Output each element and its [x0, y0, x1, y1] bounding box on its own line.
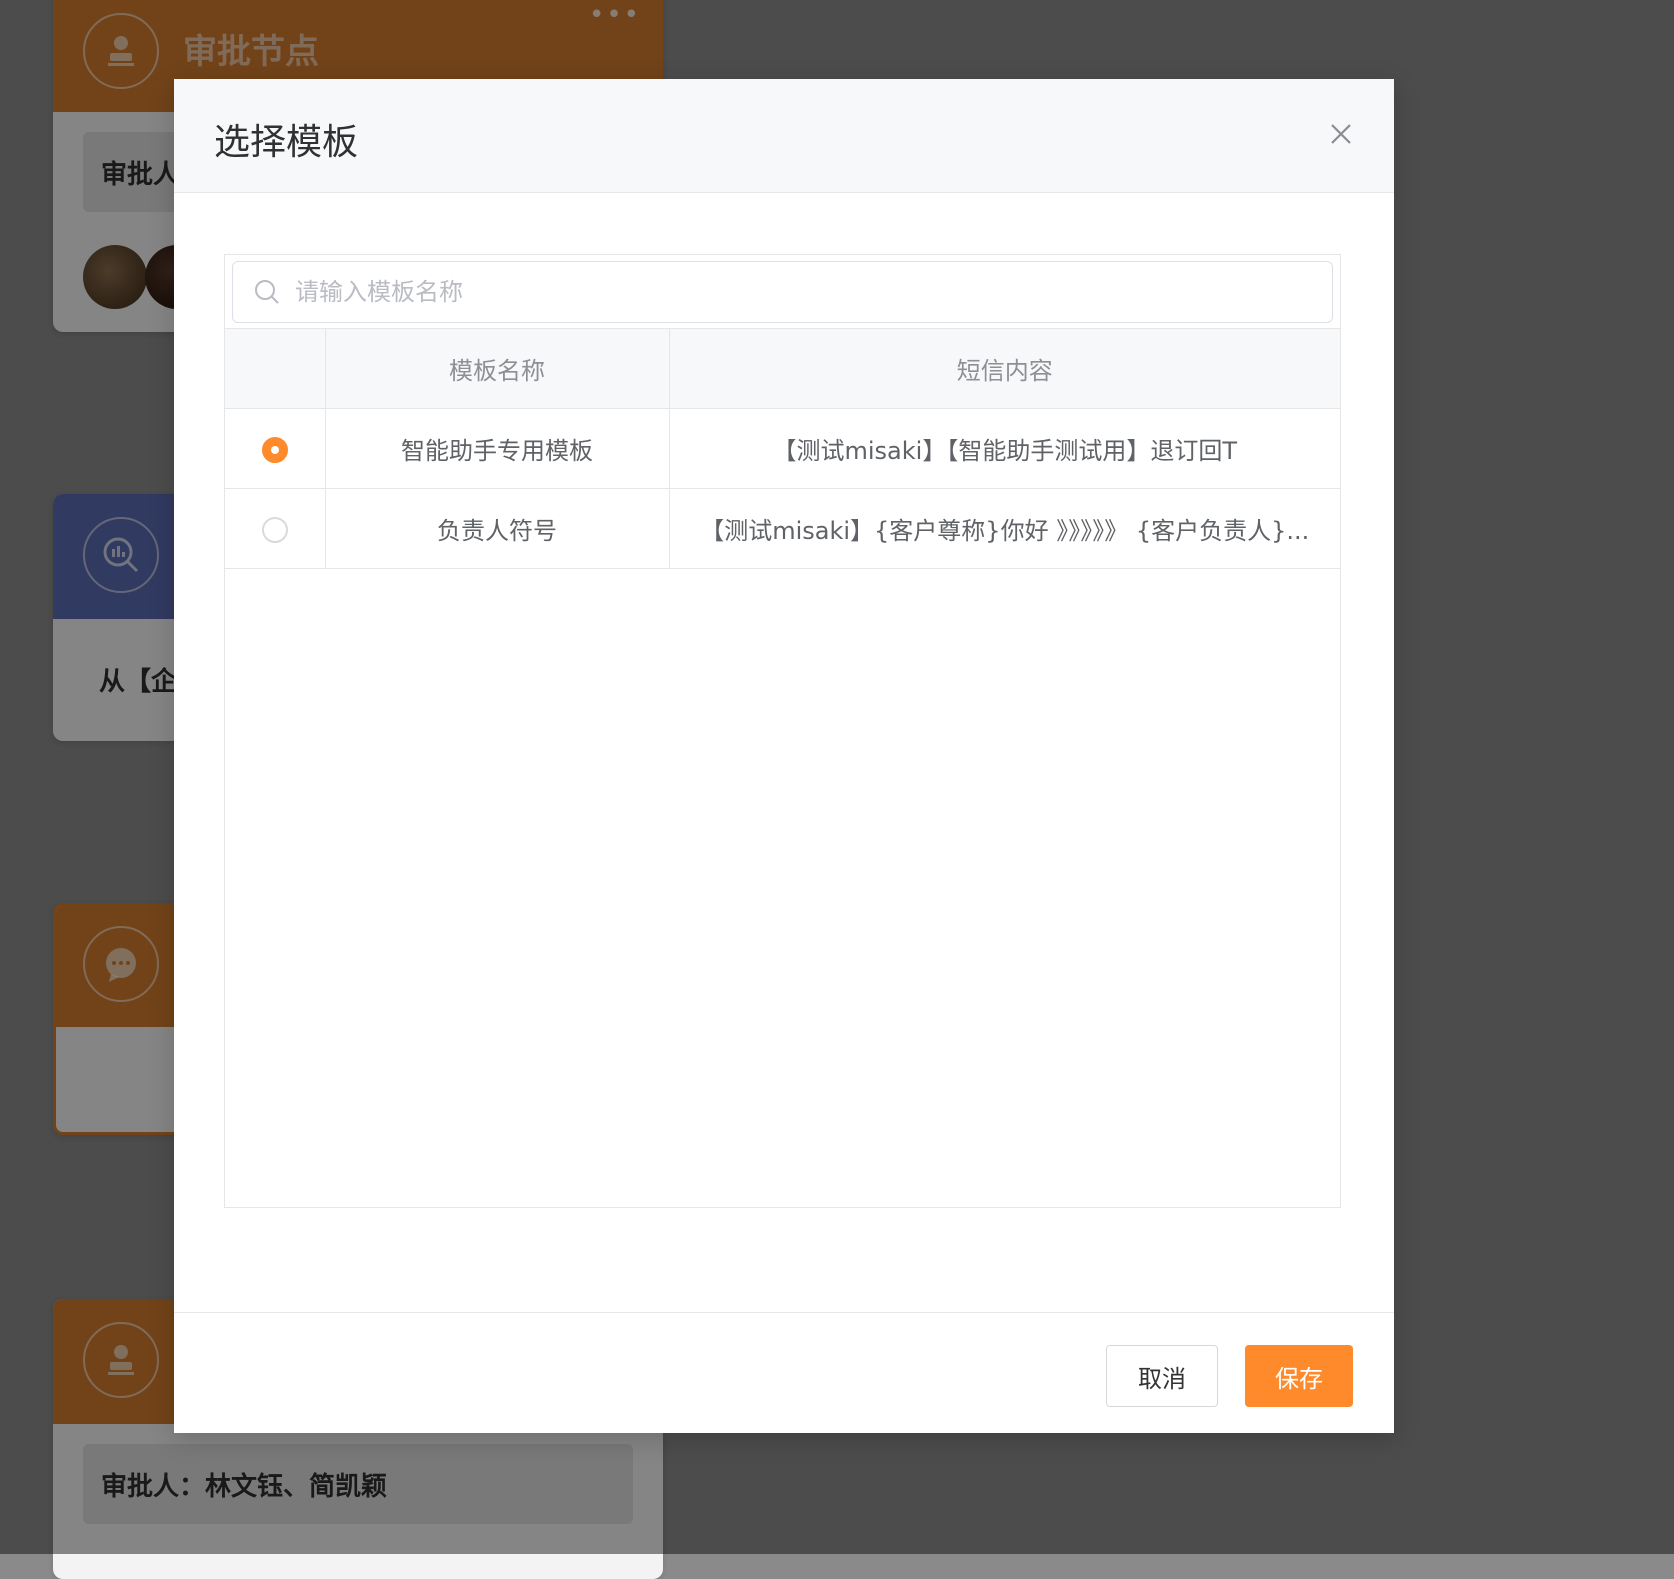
- column-header-content: 短信内容: [668, 329, 1340, 409]
- table-row[interactable]: 负责人符号 【测试misaki】{客户尊称}你好 》》》》》 {客户负责人}..…: [225, 488, 1340, 569]
- search-box[interactable]: [232, 261, 1333, 323]
- search-input[interactable]: [293, 277, 1197, 307]
- save-button[interactable]: 保存: [1245, 1345, 1353, 1407]
- dialog-header: 选择模板: [174, 79, 1394, 193]
- column-header-select: [225, 329, 326, 409]
- template-content: 【测试misaki】{客户尊称}你好 》》》》》 {客户负责人}...: [668, 488, 1340, 569]
- radio-button[interactable]: [261, 516, 288, 543]
- search-bar: [225, 255, 1340, 329]
- template-panel: 模板名称 短信内容 智能助手专用模板 【测试misaki】【智能助手测试用】退订…: [224, 254, 1341, 1208]
- dialog-footer: 取消 保存: [174, 1312, 1394, 1433]
- template-name: 智能助手专用模板: [324, 408, 670, 489]
- select-cell: [225, 408, 326, 489]
- radio-button-selected[interactable]: [261, 436, 288, 463]
- template-content: 【测试misaki】【智能助手测试用】退订回T: [668, 408, 1340, 489]
- table-row[interactable]: 智能助手专用模板 【测试misaki】【智能助手测试用】退订回T: [225, 408, 1340, 489]
- select-template-dialog: 选择模板 模板名称 短信内容 智能助手专用: [174, 79, 1394, 1433]
- cancel-button[interactable]: 取消: [1106, 1345, 1218, 1407]
- close-icon[interactable]: [1324, 117, 1358, 151]
- template-table: 模板名称 短信内容 智能助手专用模板 【测试misaki】【智能助手测试用】退订…: [225, 329, 1340, 569]
- table-header-row: 模板名称 短信内容: [225, 329, 1340, 409]
- search-icon: [255, 280, 279, 304]
- template-name: 负责人符号: [324, 488, 670, 569]
- select-cell: [225, 488, 326, 569]
- column-header-name: 模板名称: [324, 329, 670, 409]
- dialog-title: 选择模板: [214, 122, 359, 163]
